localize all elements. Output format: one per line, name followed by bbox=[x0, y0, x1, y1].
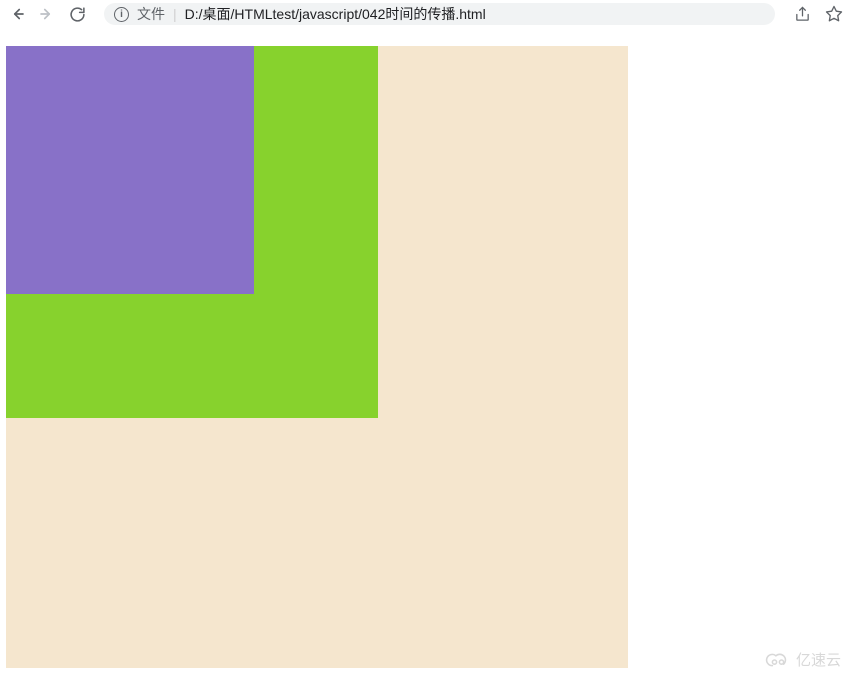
share-button[interactable] bbox=[793, 5, 811, 23]
page-content: 亿速云 bbox=[0, 28, 851, 678]
toolbar-right bbox=[793, 5, 843, 23]
forward-button[interactable] bbox=[38, 5, 56, 23]
bookmark-button[interactable] bbox=[825, 5, 843, 23]
share-icon bbox=[794, 6, 811, 23]
inner-box[interactable] bbox=[6, 46, 254, 294]
back-button[interactable] bbox=[8, 5, 26, 23]
watermark: 亿速云 bbox=[764, 649, 841, 670]
info-icon[interactable]: i bbox=[114, 7, 129, 22]
back-arrow-icon bbox=[8, 5, 26, 23]
watermark-text: 亿速云 bbox=[796, 649, 841, 670]
address-bar[interactable]: i 文件 | D:/桌面/HTMLtest/javascript/042时间的传… bbox=[104, 3, 775, 25]
forward-arrow-icon bbox=[38, 5, 56, 23]
url-path: D:/桌面/HTMLtest/javascript/042时间的传播.html bbox=[185, 4, 486, 24]
url-scheme-label: 文件 bbox=[137, 4, 165, 24]
watermark-logo-icon bbox=[764, 651, 792, 669]
reload-button[interactable] bbox=[68, 5, 86, 23]
reload-icon bbox=[69, 6, 86, 23]
middle-box[interactable] bbox=[6, 46, 378, 418]
star-icon bbox=[825, 5, 843, 23]
outer-box[interactable] bbox=[6, 46, 628, 668]
url-divider: | bbox=[173, 6, 177, 22]
browser-toolbar: i 文件 | D:/桌面/HTMLtest/javascript/042时间的传… bbox=[0, 0, 851, 28]
